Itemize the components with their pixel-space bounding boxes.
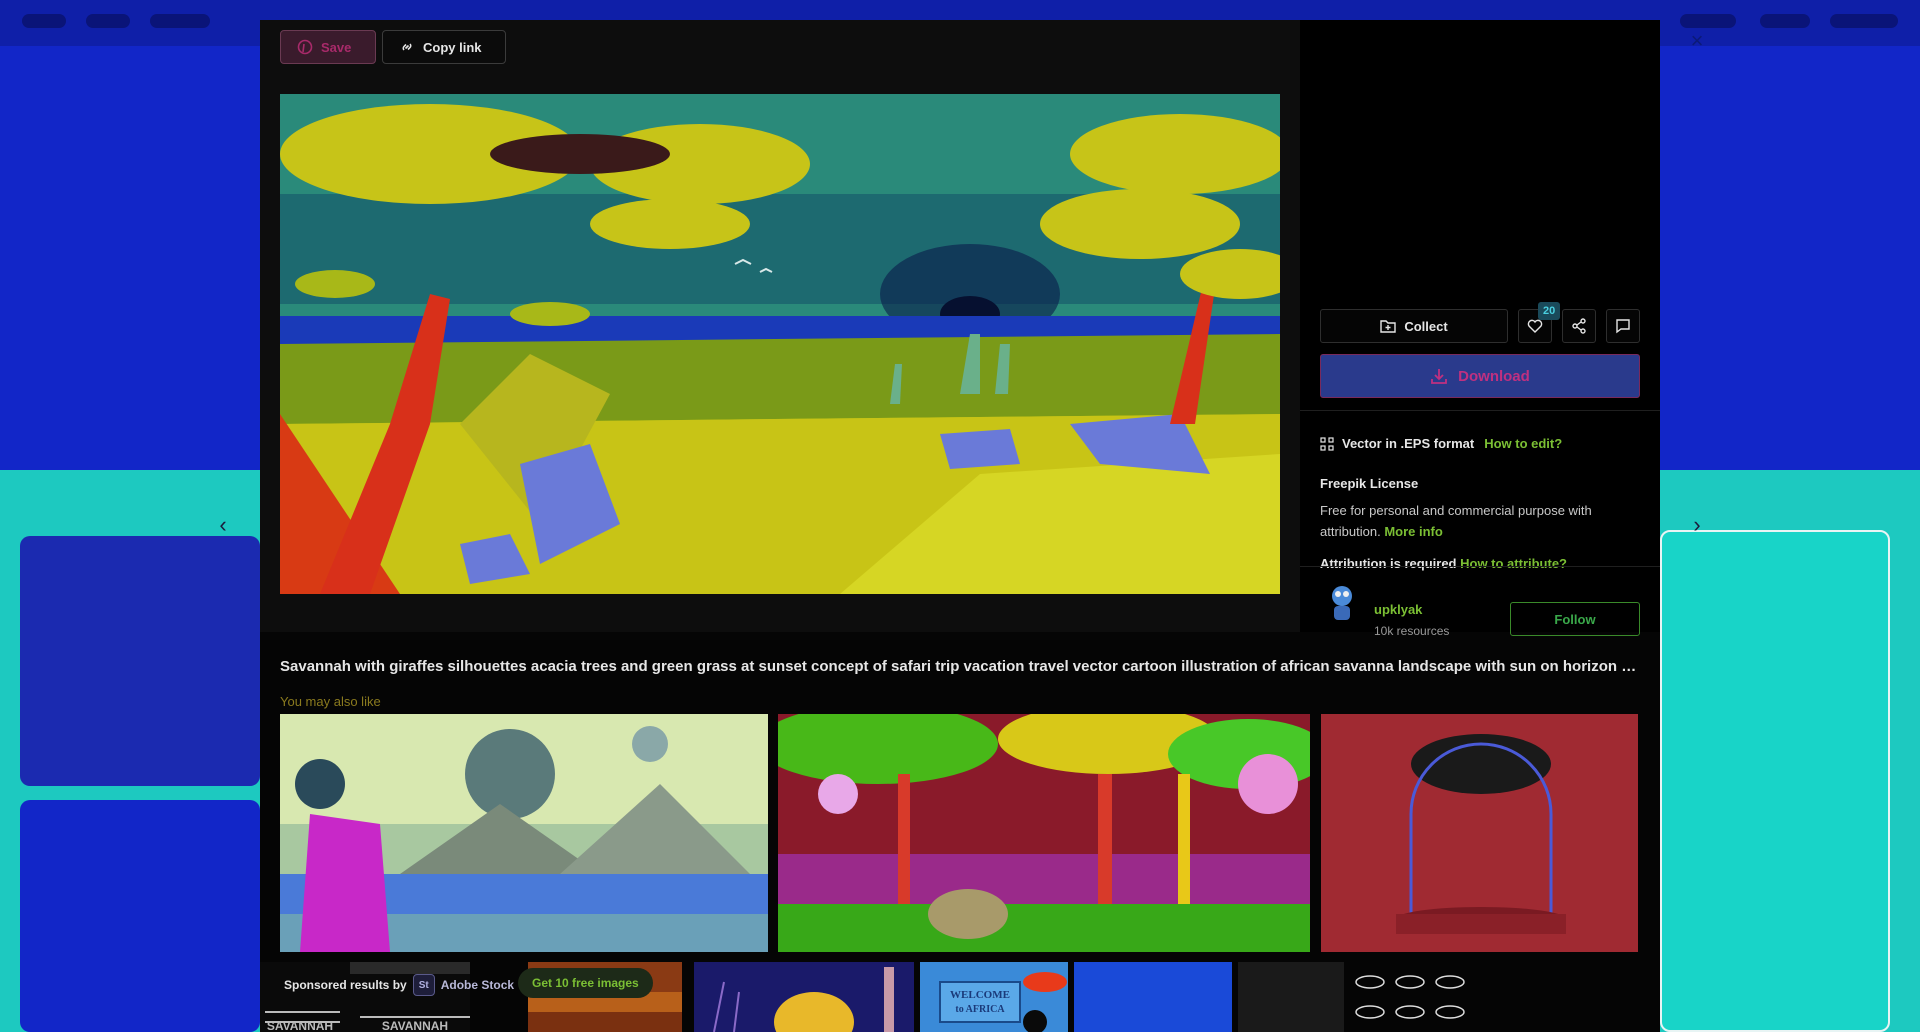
- collect-button[interactable]: Collect: [1320, 309, 1508, 343]
- sponsored-results: SAVANNAH SAVANNAH Sponsored results by S…: [260, 962, 1660, 1032]
- like-count-badge: 20: [1538, 302, 1561, 320]
- free-images-button[interactable]: Get 10 free images: [518, 968, 653, 998]
- how-to-attribute-link[interactable]: How to attribute?: [1460, 556, 1567, 571]
- chevron-right-icon: ›: [1693, 512, 1701, 537]
- sponsored-caption: WELCOME: [950, 989, 1010, 1001]
- close-icon: ×: [1690, 28, 1704, 53]
- divider: [1300, 410, 1660, 411]
- sponsored-thumbnail[interactable]: WELCOME to AFRICA: [920, 962, 1068, 1032]
- divider: [1300, 566, 1660, 567]
- author-avatar[interactable]: [1324, 582, 1360, 622]
- sponsored-thumbnail[interactable]: [694, 962, 914, 1032]
- sponsored-label: Sponsored results by St Adobe Stock: [284, 974, 514, 996]
- how-to-edit-link[interactable]: How to edit?: [1484, 436, 1562, 451]
- sponsored-caption: to AFRICA: [955, 1004, 1005, 1015]
- adobe-stock-text: Adobe Stock: [440, 978, 515, 992]
- download-label: Download: [1458, 367, 1530, 385]
- vector-format-text: Vector in .EPS format: [1342, 436, 1475, 451]
- chevron-left-icon: ‹: [219, 512, 227, 537]
- license-text: Free for personal and commercial purpose…: [1320, 503, 1592, 539]
- background-card: [20, 800, 260, 1032]
- heart-icon: [1527, 319, 1543, 333]
- follow-button[interactable]: Follow: [1510, 602, 1640, 636]
- download-icon: [1431, 369, 1448, 384]
- sponsored-thumbnail[interactable]: [1074, 962, 1232, 1032]
- related-thumbnail[interactable]: [778, 714, 1310, 952]
- share-button[interactable]: [1562, 309, 1596, 343]
- comment-button[interactable]: [1606, 309, 1640, 343]
- license-title: Freepik License: [1320, 476, 1419, 491]
- more-info-link[interactable]: More info: [1384, 524, 1443, 539]
- related-thumbnail[interactable]: [280, 714, 768, 952]
- previous-arrow[interactable]: ‹: [212, 514, 234, 536]
- attribution-required-text: Attribution is required: [1320, 556, 1457, 571]
- attribution-line: Attribution is required How to attribute…: [1320, 556, 1567, 571]
- download-button[interactable]: Download: [1320, 354, 1640, 398]
- sponsored-by-text: Sponsored results by: [284, 978, 407, 992]
- vector-icon: [1320, 436, 1334, 451]
- license-description: Free for personal and commercial purpose…: [1320, 500, 1620, 542]
- comment-icon: [1616, 319, 1630, 334]
- resource-description: Savannah with giraffes silhouettes acaci…: [280, 658, 1640, 675]
- sponsored-caption: SAVANNAH: [267, 1019, 333, 1032]
- background-card: [20, 536, 260, 786]
- related-thumbnail[interactable]: [1321, 714, 1638, 952]
- author-resources: 10k resources: [1374, 624, 1450, 638]
- adobe-stock-icon: St: [412, 974, 435, 996]
- share-icon: [1572, 318, 1586, 334]
- next-arrow[interactable]: ›: [1686, 514, 1708, 536]
- sponsored-thumbnail[interactable]: [1238, 962, 1344, 1032]
- also-like-heading: You may also like: [280, 694, 381, 709]
- folder-plus-icon: [1380, 320, 1397, 333]
- background-card: [1660, 530, 1890, 1032]
- sponsored-caption: SAVANNAH: [382, 1019, 448, 1032]
- author-name[interactable]: upklyak: [1374, 602, 1422, 617]
- sponsored-thumbnail[interactable]: SAVANNAH SAVANNAH: [260, 962, 470, 1032]
- close-button[interactable]: ×: [1686, 30, 1708, 52]
- sponsored-thumbnail[interactable]: [1350, 962, 1480, 1032]
- collect-label: Collect: [1404, 318, 1448, 334]
- file-format-info: Vector in .EPS format How to edit?: [1320, 436, 1562, 451]
